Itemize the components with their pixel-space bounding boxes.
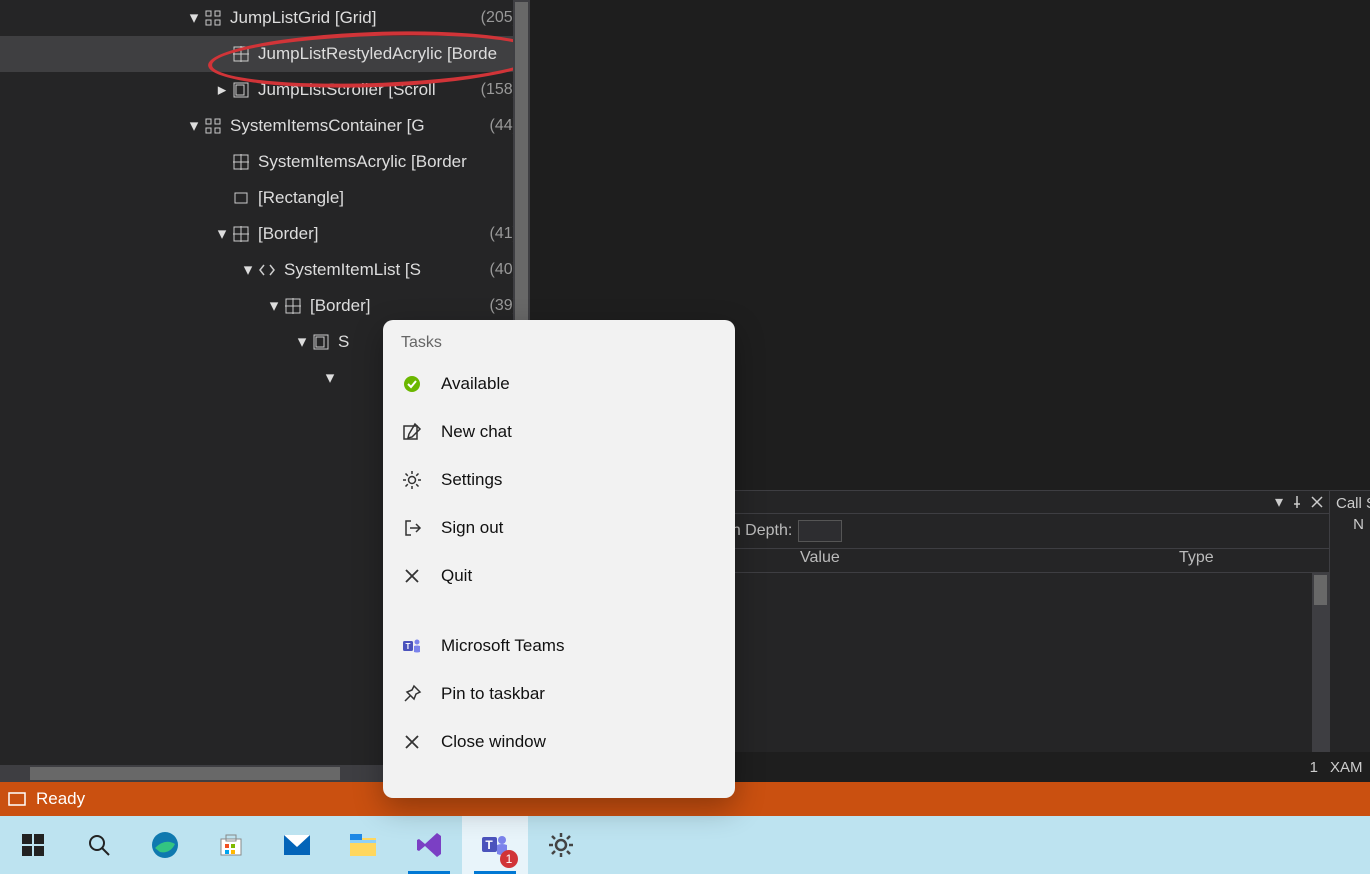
toolwindow-tabstrip-right[interactable]: XAM (1330, 752, 1370, 782)
gear-icon (401, 470, 423, 490)
jumplist-section-label: Tasks (383, 320, 735, 360)
teams-icon: T (401, 636, 423, 656)
jumplist-item-label: Settings (441, 470, 502, 490)
jumplist-item-label: Available (441, 374, 510, 394)
callstack-window[interactable]: Call S N (1330, 490, 1370, 752)
start-button[interactable] (0, 816, 66, 874)
scrollbar-thumb[interactable] (30, 767, 340, 780)
tree-item-systemitemsacrylic[interactable]: SystemItemsAcrylic [Border (0, 144, 530, 180)
search-depth-combo[interactable] (798, 520, 842, 542)
taskbar-explorer[interactable] (330, 816, 396, 874)
border-icon (282, 298, 304, 314)
taskbar-mail[interactable] (264, 816, 330, 874)
tabstrip-left-label: 1 (1310, 759, 1318, 776)
border-icon (230, 226, 252, 242)
jumplist-flyout: Tasks Available New chat Settings Sign o… (383, 320, 735, 798)
vs-window: ▾ JumpListGrid [Grid] (205) JumpListRest… (0, 0, 1370, 874)
header-value[interactable]: Value (800, 549, 1179, 572)
tree-item-label: JumpListRestyledAcrylic [Borde (258, 44, 497, 64)
signout-icon (401, 518, 423, 538)
status-icon (8, 792, 26, 806)
header-type[interactable]: Type (1179, 549, 1329, 572)
close-icon (401, 733, 423, 751)
jumplist-item-label: Close window (441, 732, 546, 752)
code-icon (256, 262, 278, 278)
search-button[interactable] (66, 816, 132, 874)
tree-item-label: SystemItemsAcrylic [Border (258, 152, 467, 172)
tree-item-label: S (338, 332, 349, 352)
jumplist-item-quit[interactable]: Quit (383, 552, 735, 600)
tree-item-jumplistscroller[interactable]: ▸ JumpListScroller [Scroll (158) (0, 72, 530, 108)
callstack-title: Call S (1336, 495, 1364, 512)
expander-down-icon[interactable]: ▾ (186, 116, 202, 136)
rectangle-icon (230, 190, 252, 206)
jumplist-item-label: Sign out (441, 518, 503, 538)
callstack-sub: N (1336, 516, 1364, 533)
taskbar-settings[interactable] (528, 816, 594, 874)
jumplist-divider (383, 600, 735, 622)
jumplist-item-settings[interactable]: Settings (383, 456, 735, 504)
tree-item-label: SystemItemsContainer [G (230, 116, 425, 136)
grid-icon (202, 118, 224, 134)
jumplist-item-label: Pin to taskbar (441, 684, 545, 704)
tree-item-jumplistrestyledacrylic[interactable]: JumpListRestyledAcrylic [Borde (0, 36, 530, 72)
svg-text:T: T (485, 838, 493, 852)
tree-item-label: [Border] (258, 224, 318, 244)
locals-vertical-scrollbar[interactable] (1312, 573, 1329, 752)
scrollviewer-icon (310, 334, 332, 350)
close-icon[interactable] (1311, 496, 1323, 508)
tree-item-border[interactable]: ▾ [Border] (41) (0, 216, 530, 252)
presence-available-icon (401, 375, 423, 393)
expander-down-icon[interactable]: ▾ (214, 224, 230, 244)
scrollbar-thumb[interactable] (1314, 575, 1327, 605)
jumplist-item-label: Quit (441, 566, 472, 586)
pin-icon[interactable] (1291, 496, 1303, 508)
tree-item-jumplistgrid[interactable]: ▾ JumpListGrid [Grid] (205) (0, 0, 530, 36)
close-icon (401, 567, 423, 585)
expander-right-icon[interactable]: ▸ (214, 80, 230, 100)
expander-down-icon[interactable]: ▾ (186, 8, 202, 28)
expander-down-icon[interactable]: ▾ (294, 332, 310, 352)
jumplist-item-newchat[interactable]: New chat (383, 408, 735, 456)
tabstrip-right-label: XAM (1330, 759, 1363, 776)
jumplist-item-closewindow[interactable]: Close window (383, 718, 735, 766)
jumplist-item-pin[interactable]: Pin to taskbar (383, 670, 735, 718)
jumplist-item-label: New chat (441, 422, 512, 442)
tree-item-label: JumpListGrid [Grid] (230, 8, 376, 28)
jumplist-item-available[interactable]: Available (383, 360, 735, 408)
pin-icon (401, 684, 423, 704)
svg-text:T: T (406, 642, 411, 651)
taskbar-visualstudio[interactable] (396, 816, 462, 874)
notification-badge: 1 (500, 850, 518, 868)
grid-icon (202, 10, 224, 26)
compose-icon (401, 422, 423, 442)
scrollviewer-icon (230, 82, 252, 98)
taskbar-teams[interactable]: T 1 (462, 816, 528, 874)
tree-item-label: [Rectangle] (258, 188, 344, 208)
jumplist-item-signout[interactable]: Sign out (383, 504, 735, 552)
tree-item-systemitemlist[interactable]: ▾ SystemItemList [S (40) (0, 252, 530, 288)
jumplist-item-teams[interactable]: T Microsoft Teams (383, 622, 735, 670)
tree-item-rectangle[interactable]: [Rectangle] (0, 180, 530, 216)
tree-item-systemitemscontainer[interactable]: ▾ SystemItemsContainer [G (44) (0, 108, 530, 144)
expander-down-icon[interactable]: ▾ (322, 368, 338, 388)
window-dropdown-icon[interactable]: ▾ (1275, 492, 1283, 512)
expander-down-icon[interactable]: ▾ (240, 260, 256, 280)
tree-item-label: SystemItemList [S (284, 260, 421, 280)
taskbar-edge[interactable] (132, 816, 198, 874)
tree-item-label: [Border] (310, 296, 370, 316)
jumplist-item-label: Microsoft Teams (441, 636, 564, 656)
taskbar-store[interactable] (198, 816, 264, 874)
border-icon (230, 154, 252, 170)
border-icon (230, 46, 252, 62)
tree-item-label: JumpListScroller [Scroll (258, 80, 436, 100)
status-text: Ready (36, 789, 85, 809)
expander-down-icon[interactable]: ▾ (266, 296, 282, 316)
tree-item-border-inner[interactable]: ▾ [Border] (39) (0, 288, 530, 324)
taskbar: T 1 (0, 816, 1370, 874)
